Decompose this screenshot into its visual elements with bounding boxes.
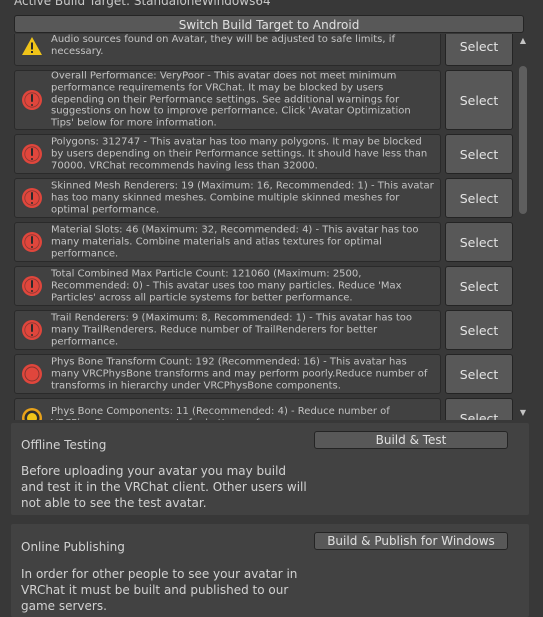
validation-row: Phys Bone Components: 11 (Recommended: 4… (0, 398, 543, 420)
validation-list-scrollbar[interactable]: ▲ ▼ (517, 34, 529, 420)
validation-row: Trail Renderers: 9 (Maximum: 8, Recommen… (0, 310, 543, 354)
offline-testing-description: Before uploading your avatar you may bui… (21, 464, 307, 510)
select-button[interactable]: Select (445, 310, 513, 350)
select-button[interactable]: Select (445, 354, 513, 394)
validation-message-box: Phys Bone Components: 11 (Recommended: 4… (14, 398, 441, 420)
online-publishing-title: Online Publishing (21, 540, 125, 554)
validation-message-text: Trail Renderers: 9 (Maximum: 8, Recommen… (51, 312, 413, 347)
validation-message-box: Total Combined Max Particle Count: 12106… (14, 266, 441, 306)
validation-message-text: Overall Performance: VeryPoor - This ava… (51, 70, 411, 129)
scroll-down-arrow-icon[interactable]: ▼ (517, 406, 529, 420)
validation-list-content: Audio sources found on Avatar, they will… (0, 34, 543, 420)
validation-message-text: Skinned Mesh Renderers: 19 (Maximum: 16,… (51, 180, 434, 215)
validation-message-box: Material Slots: 46 (Maximum: 32, Recomme… (14, 222, 441, 262)
offline-testing-panel: Offline Testing Build & Test Before uplo… (11, 423, 529, 515)
select-button[interactable]: Select (445, 134, 513, 174)
validation-row: Overall Performance: VeryPoor - This ava… (0, 70, 543, 134)
error-exclamation-icon (21, 231, 43, 253)
scroll-up-arrow-icon[interactable]: ▲ (517, 34, 529, 48)
validation-message-text: Polygons: 312747 - This avatar has too m… (51, 136, 428, 171)
select-button[interactable]: Select (445, 266, 513, 306)
validation-message-box: Audio sources found on Avatar, they will… (14, 34, 441, 66)
select-button[interactable]: Select (445, 178, 513, 218)
scrollbar-thumb[interactable] (519, 66, 527, 214)
validation-message-box: Polygons: 312747 - This avatar has too m… (14, 134, 441, 174)
build-and-test-button[interactable]: Build & Test (314, 431, 508, 449)
validation-message-text: Audio sources found on Avatar, they will… (51, 34, 396, 57)
error-exclamation-icon (21, 275, 43, 297)
error-circle-icon (21, 363, 43, 385)
validation-row: Total Combined Max Particle Count: 12106… (0, 266, 543, 310)
validation-message-text: Phys Bone Transform Count: 192 (Recommen… (51, 356, 428, 391)
online-publishing-panel: Online Publishing Build & Publish for Wi… (11, 524, 529, 617)
online-publishing-description: In order for other people to see your av… (21, 567, 298, 613)
validation-row: Audio sources found on Avatar, they will… (0, 34, 543, 70)
build-and-publish-button[interactable]: Build & Publish for Windows (314, 532, 508, 550)
build-target-label: Active Build Target: StandaloneWindows64 (14, 0, 271, 8)
select-button[interactable]: Select (445, 398, 513, 420)
validation-row: Skinned Mesh Renderers: 19 (Maximum: 16,… (0, 178, 543, 222)
validation-message-text: Total Combined Max Particle Count: 12106… (51, 268, 402, 303)
switch-build-target-button[interactable]: Switch Build Target to Android (14, 15, 524, 33)
caution-circle-icon (21, 407, 43, 420)
validation-message-box: Phys Bone Transform Count: 192 (Recommen… (14, 354, 441, 394)
validation-list[interactable]: Audio sources found on Avatar, they will… (0, 34, 543, 420)
validation-row: Material Slots: 46 (Maximum: 32, Recomme… (0, 222, 543, 266)
error-exclamation-icon (21, 143, 43, 165)
validation-message-text: Material Slots: 46 (Maximum: 32, Recomme… (51, 224, 419, 259)
validation-message-box: Overall Performance: VeryPoor - This ava… (14, 70, 441, 130)
select-button[interactable]: Select (445, 222, 513, 262)
validation-row: Polygons: 312747 - This avatar has too m… (0, 134, 543, 178)
select-button[interactable]: Select (445, 70, 513, 130)
error-exclamation-icon (21, 187, 43, 209)
select-button[interactable]: Select (445, 34, 513, 66)
validation-message-box: Skinned Mesh Renderers: 19 (Maximum: 16,… (14, 178, 441, 218)
error-exclamation-icon (21, 319, 43, 341)
validation-message-text: Phys Bone Components: 11 (Recommended: 4… (51, 406, 390, 420)
validation-message-box: Trail Renderers: 9 (Maximum: 8, Recommen… (14, 310, 441, 350)
error-exclamation-icon (21, 89, 43, 111)
offline-testing-title: Offline Testing (21, 438, 107, 452)
warning-triangle-icon (21, 35, 43, 57)
validation-row: Phys Bone Transform Count: 192 (Recommen… (0, 354, 543, 398)
